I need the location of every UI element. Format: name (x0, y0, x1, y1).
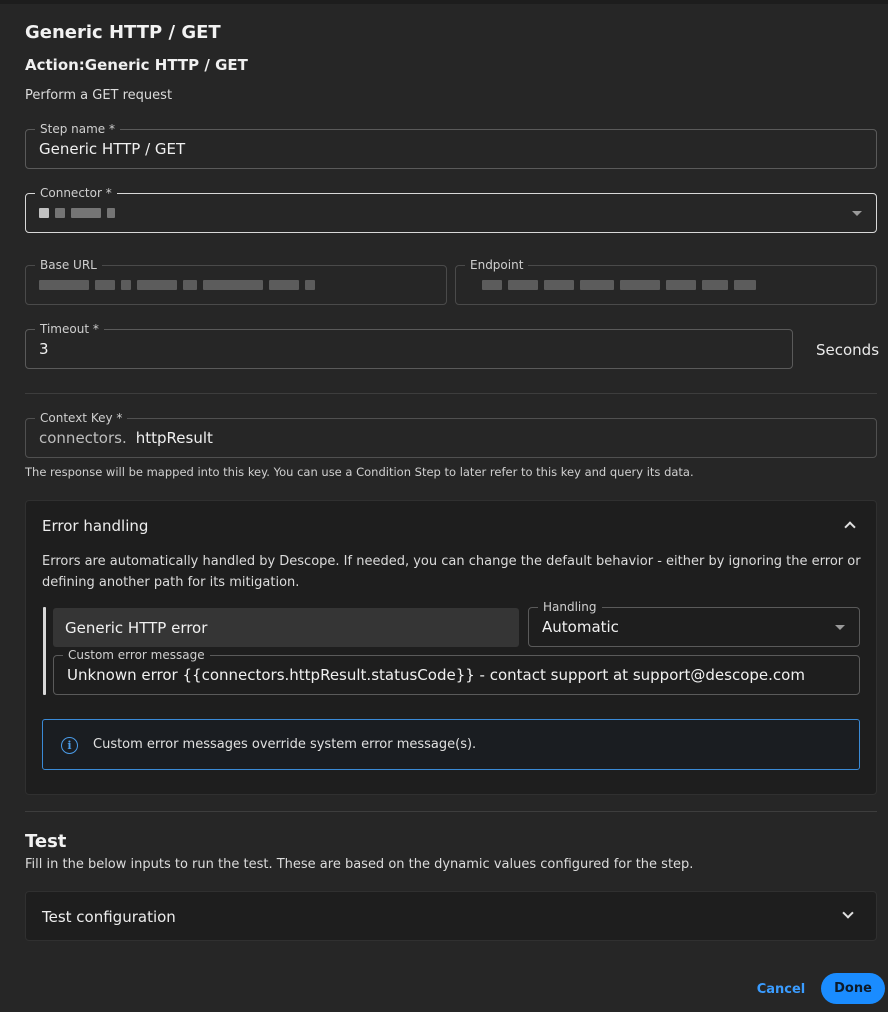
timeout-field[interactable]: Timeout * 3 (25, 321, 793, 369)
done-button[interactable]: Done (821, 973, 885, 1004)
info-icon: i (61, 737, 78, 754)
base-url-field[interactable]: Base URL (25, 257, 447, 305)
timeout-value: 3 (39, 340, 49, 358)
endpoint-value-redacted (482, 266, 762, 304)
handling-value: Automatic (542, 618, 619, 636)
context-key-prefix: connectors. (39, 429, 127, 447)
action-title: Action:Generic HTTP / GET (25, 56, 248, 74)
chevron-down-icon[interactable] (852, 211, 862, 216)
error-handling-description: Errors are automatically handled by Desc… (42, 554, 861, 590)
timeout-unit: Seconds (816, 341, 880, 359)
custom-error-message-value: Unknown error {{connectors.httpResult.st… (67, 666, 805, 684)
context-key-helper: The response will be mapped into this ke… (25, 465, 694, 479)
cancel-button[interactable]: Cancel (752, 974, 810, 1004)
error-rule-indicator (43, 607, 46, 695)
error-handling-panel: Error handling Errors are automatically … (25, 500, 877, 795)
test-title: Test (25, 831, 67, 852)
top-edge (0, 0, 888, 4)
context-key-content: connectors. httpResult (39, 419, 213, 457)
handling-select[interactable]: Handling Automatic (528, 599, 860, 647)
test-description: Fill in the below inputs to run the test… (25, 857, 694, 872)
error-handling-title[interactable]: Error handling (42, 517, 148, 535)
test-configuration-panel[interactable]: Test configuration (25, 891, 877, 941)
endpoint-field[interactable]: Endpoint (455, 257, 877, 305)
error-type-label: Generic HTTP error (53, 608, 519, 647)
context-key-value: httpResult (135, 429, 213, 447)
page-title: Generic HTTP / GET (25, 22, 221, 43)
connector-value-redacted (39, 194, 121, 232)
section-divider (25, 393, 877, 394)
info-alert: i Custom error messages override system … (42, 719, 860, 770)
base-url-value-redacted (39, 266, 321, 304)
chevron-down-icon[interactable] (835, 625, 845, 630)
chevron-down-icon[interactable] (842, 907, 854, 919)
connector-select[interactable]: Connector * (25, 185, 877, 233)
chevron-up-icon[interactable] (844, 521, 856, 533)
section-divider (25, 811, 877, 812)
step-name-value: Generic HTTP / GET (39, 140, 186, 158)
context-key-field[interactable]: Context Key * connectors. httpResult (25, 410, 877, 458)
custom-error-message-field[interactable]: Custom error message Unknown error {{con… (53, 647, 860, 695)
info-text: Custom error messages override system er… (93, 737, 477, 752)
action-description: Perform a GET request (25, 88, 173, 103)
step-name-field[interactable]: Step name * Generic HTTP / GET (25, 121, 877, 169)
test-configuration-title[interactable]: Test configuration (42, 908, 176, 926)
